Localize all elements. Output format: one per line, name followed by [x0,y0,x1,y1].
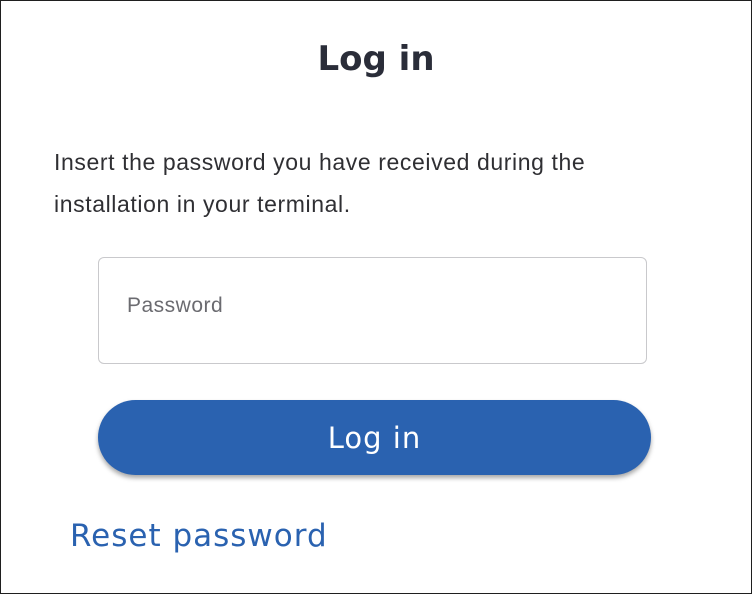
login-dialog: Log in Insert the password you have rece… [0,0,752,594]
login-button[interactable]: Log in [98,400,651,475]
password-input[interactable] [125,292,629,319]
reset-password-link[interactable]: Reset password [70,513,328,559]
login-instructions: Insert the password you have received du… [54,149,586,217]
password-field-container [98,257,647,364]
page-title: Log in [317,39,435,79]
